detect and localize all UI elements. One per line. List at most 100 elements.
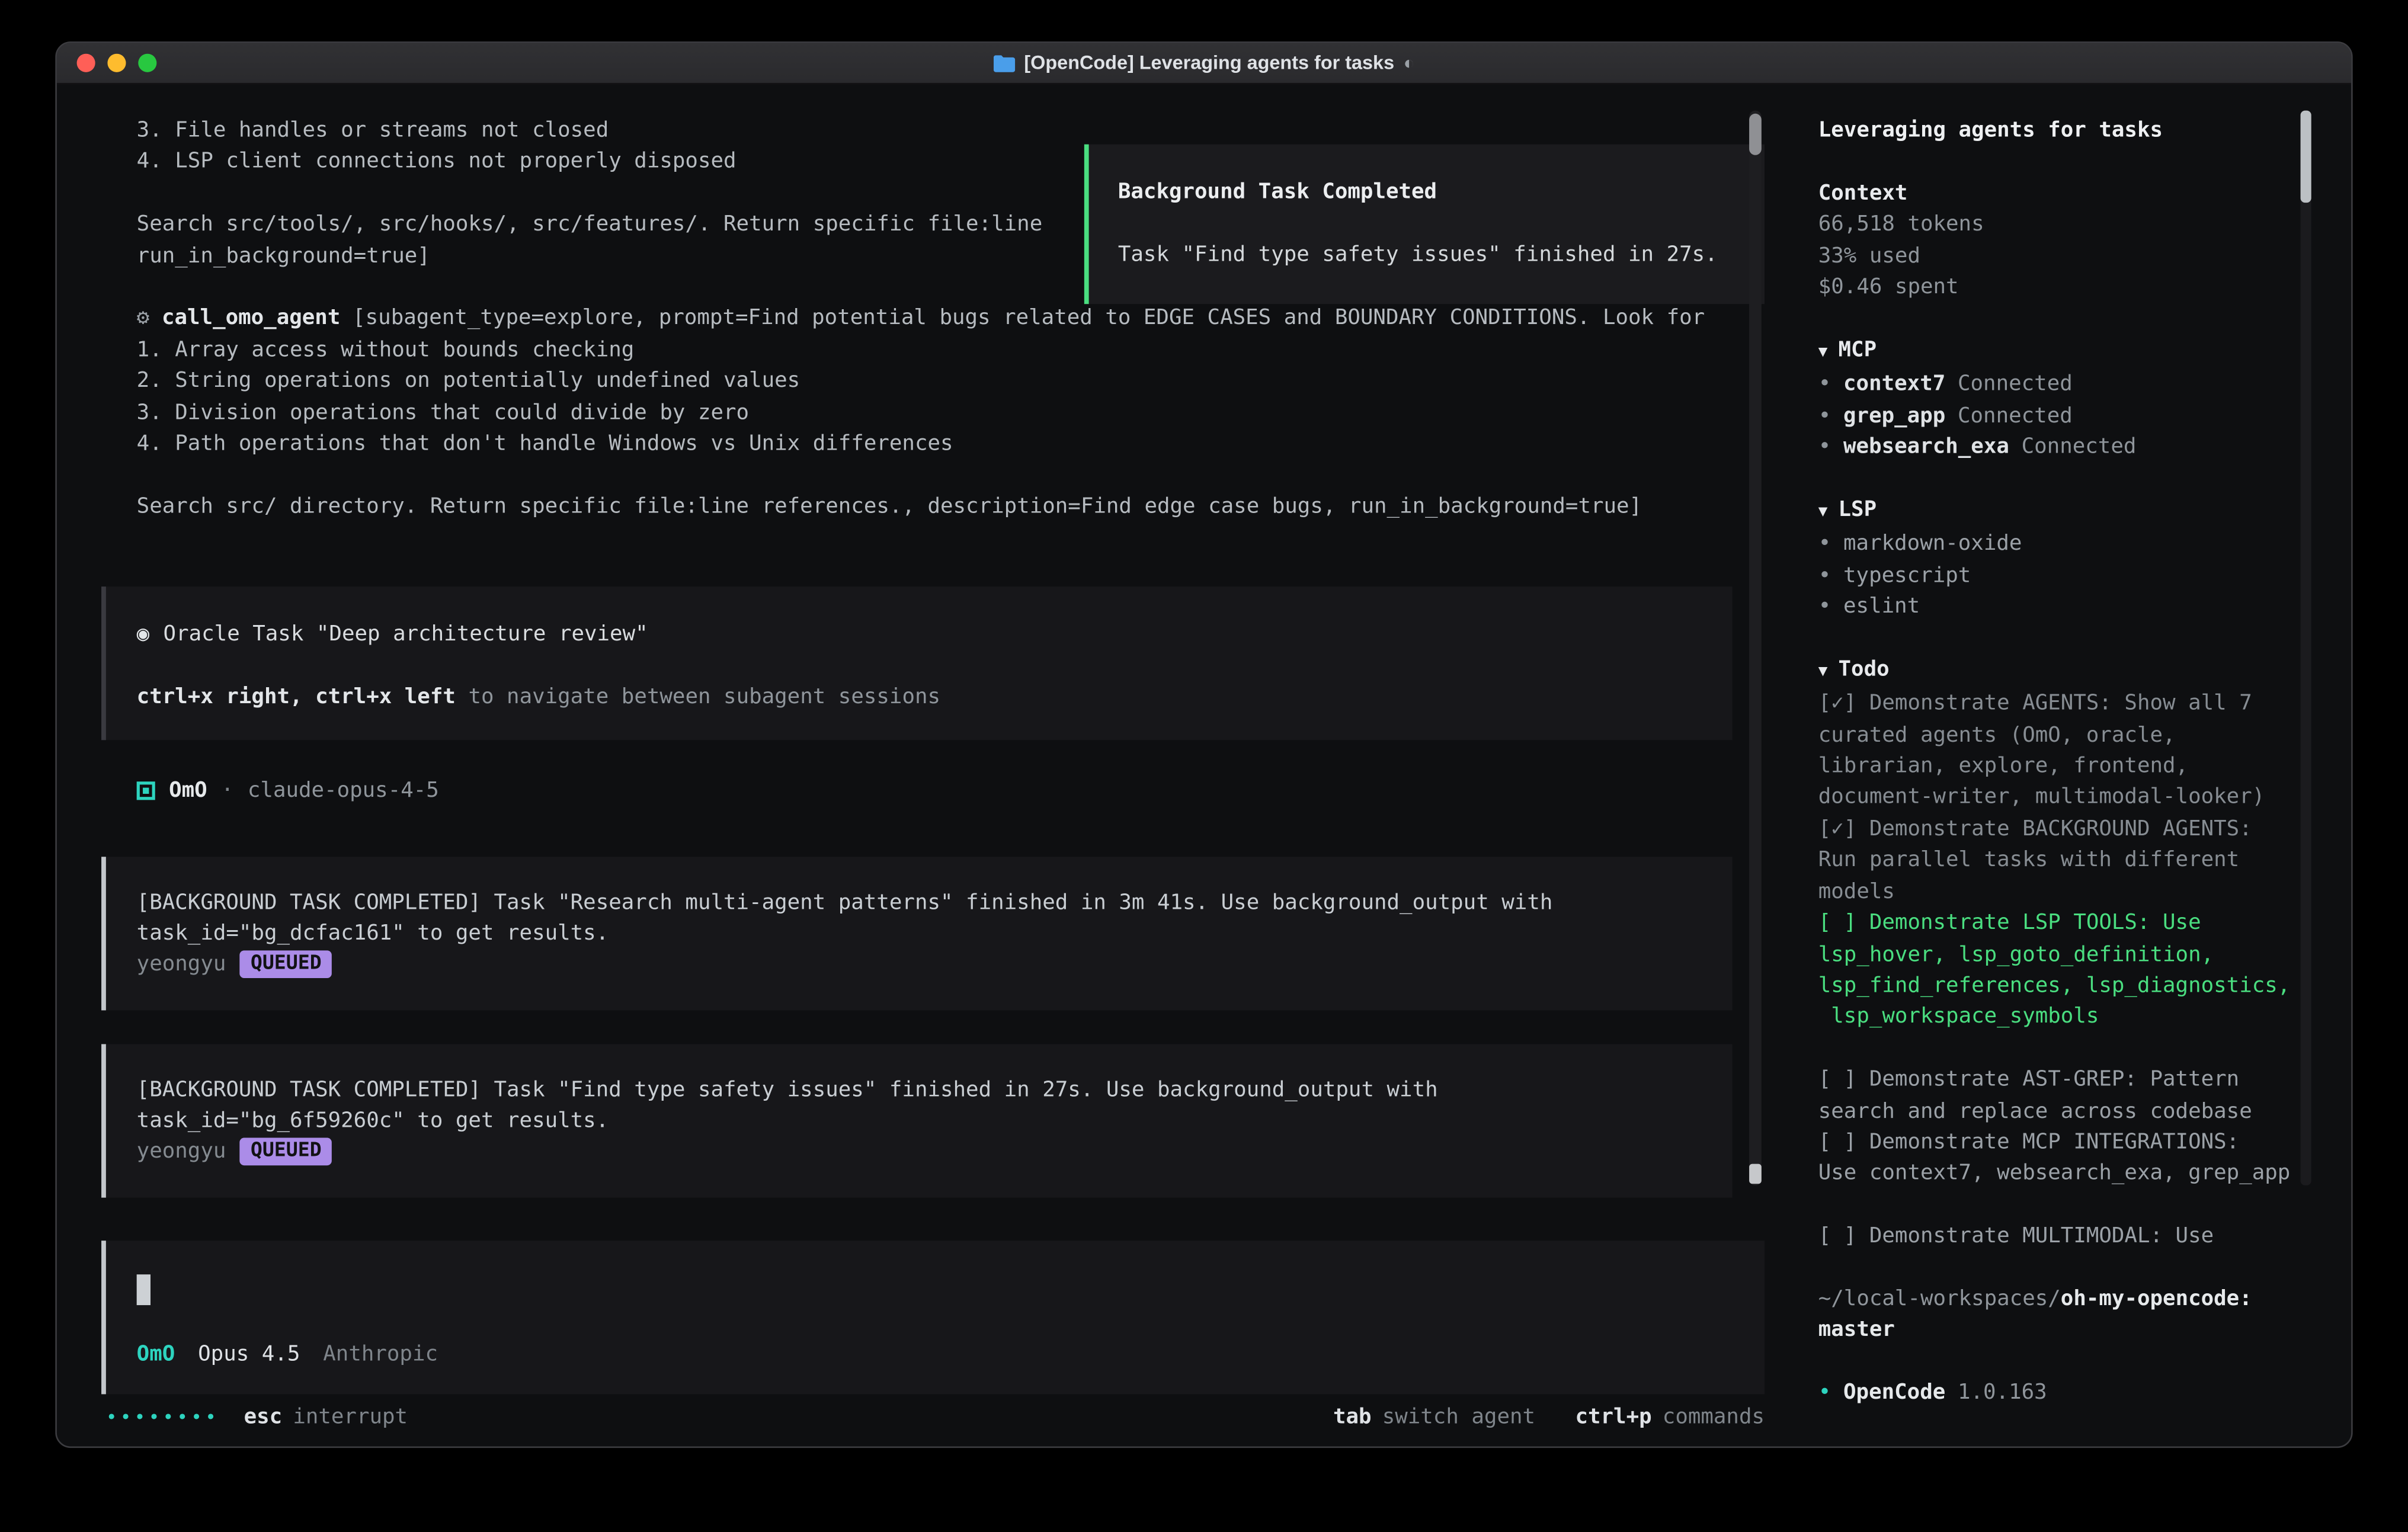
tool-call-list-item: 2. String operations on potentially unde… [57,366,1778,397]
esc-key-hint: esc [244,1402,283,1433]
workspace-branch: master [1818,1315,2296,1346]
window-titlebar[interactable]: [OpenCode] Leveraging agents for tasks ◐ [57,43,2351,85]
mcp-item: • grep_app Connected [1818,400,2296,431]
mcp-item-status: Connected [1958,372,2073,396]
todo-section-header[interactable]: ▼ Todo [1818,654,2296,688]
mcp-item: •websearch_exaConnected [1818,431,2296,463]
queued-message: [BACKGROUND TASK COMPLETED] Task "Find t… [101,1044,1733,1197]
mcp-item-name: context7 [1843,372,1945,396]
mcp-item: •context7Connected [1818,369,2296,400]
tab-key-label: switch agent [1382,1402,1535,1433]
lsp-section-header[interactable]: ▼ LSP [1818,494,2296,528]
queued-badge: QUEUED [240,1139,332,1166]
session-indicator-icon: ◐ [1404,43,1415,83]
agent-name: OmO [169,775,207,807]
bullet-icon: • [1818,594,1831,618]
oracle-task-title-line: ◉Oracle Task "Deep architecture review" [137,619,1733,650]
output-line: 3. File handles or streams not closed [57,115,1778,146]
lsp-item: • markdown-oxide [1818,528,2296,560]
mcp-item-status: Connected [1958,403,2073,428]
zoom-window-button[interactable] [138,54,156,72]
session-title: Leveraging agents for tasks [1818,115,2296,146]
chat-scrollbar[interactable] [1749,111,1762,1185]
hint-text: to navigate between subagent sessions [456,685,940,709]
tool-call-args: [subagent_type=explore, prompt=Find pote… [353,306,1705,331]
message-meta: yeongyu QUEUED [137,1137,1733,1168]
mcp-item-name: websearch_exa [1843,435,2009,459]
agent-model: claude-opus-4-5 [248,775,439,807]
message-line: [BACKGROUND TASK COMPLETED] Task "Find t… [137,1074,1733,1105]
background-task-notification: Background Task Completed Task "Find typ… [1084,145,1765,305]
message-author: yeongyu [137,953,226,977]
traffic-lights [77,43,157,83]
model-info-line: OmO Opus 4.5 Anthropic [137,1339,1765,1370]
tool-call-name: call_omo_agent [162,306,340,331]
message-line: task_id="bg_6f59260c" to get results. [137,1105,1733,1137]
app-name: OpenCode [1843,1380,1945,1405]
todo-heading-label: Todo [1839,657,1890,681]
workspace-path: ~/local-workspaces/oh-my-opencode: [1818,1284,2296,1315]
version-line: •OpenCode1.0.163 [1818,1377,2296,1409]
mcp-item-status: Connected [2022,435,2137,459]
window-title-text: [OpenCode] Leveraging agents for tasks [1024,43,1394,83]
message-meta: yeongyu QUEUED [137,950,1733,981]
bullet-icon: • [1818,563,1831,587]
input-agent-name: OmO [137,1339,175,1370]
todo-item: [ ] Demonstrate MCP INTEGRATIONS: Use co… [1818,1127,2296,1190]
bullet-icon: • [1818,403,1831,428]
context-heading: Context [1818,178,2296,209]
hint-keys: ctrl+x right, ctrl+x left [137,685,456,709]
mcp-item-name: grep_app [1843,403,1945,428]
mcp-heading-label: MCP [1839,338,1877,362]
folder-icon [994,55,1015,72]
opencode-window: [OpenCode] Leveraging agents for tasks ◐… [55,41,2352,1448]
sidebar-scrollbar-thumb[interactable] [2301,111,2311,203]
lsp-item-name: eslint [1843,594,1920,618]
chevron-down-icon: ▼ [1818,663,1828,680]
message-author: yeongyu [137,1140,226,1164]
todo-item: [✓] Demonstrate AGENTS: Show all 7 curat… [1818,688,2296,814]
commands-key-hint: ctrl+p [1575,1402,1651,1433]
tool-call-list-item: 1. Array access without bounds checking [57,335,1778,366]
window-title: [OpenCode] Leveraging agents for tasks ◐ [994,43,1415,83]
commands-key-label: commands [1663,1402,1765,1433]
lsp-item-name: markdown-oxide [1843,531,2022,556]
status-bar: •••••••• esc interrupt tab switch agent … [57,1402,1778,1432]
chat-scrollbar-thumb[interactable] [1749,114,1762,155]
tab-key-hint: tab [1333,1402,1372,1433]
context-tokens: 66,518 tokens [1818,209,2296,241]
omo-agent-icon [137,782,155,800]
chat-scrollbar-bottom-marker[interactable] [1749,1164,1762,1184]
todo-item: [ ] Demonstrate MULTIMODAL: Use [1818,1221,2296,1252]
gear-icon: ⚙ [137,306,150,331]
todo-item: [ ] Demonstrate AST-GREP: Pattern search… [1818,1064,2296,1127]
prompt-input[interactable]: OmO Opus 4.5 Anthropic [101,1241,1765,1394]
agent-header: OmO · claude-opus-4-5 [57,775,1778,807]
chat-main-area: 3. File handles or streams not closed 4.… [57,85,1778,1447]
close-window-button[interactable] [77,54,95,72]
app-version: 1.0.163 [1958,1380,2047,1405]
chevron-down-icon: ▼ [1818,344,1828,361]
todo-item: [✓] Demonstrate BACKGROUND AGENTS: Run p… [1818,813,2296,908]
tool-call-line: ⚙ call_omo_agent [subagent_type=explore, p… [57,303,1778,335]
workspace-repo: oh-my-opencode: [2061,1287,2252,1311]
input-model-name: Opus 4.5 [198,1339,300,1370]
chevron-down-icon: ▼ [1818,504,1828,521]
oracle-task-icon: ◉ [137,622,150,646]
workspace-path-prefix: ~/local-workspaces/ [1818,1287,2061,1311]
bullet-icon: • [1818,531,1831,556]
minimize-window-button[interactable] [107,54,126,72]
lsp-item: • typescript [1818,560,2296,591]
lsp-heading-label: LSP [1839,497,1877,521]
esc-key-label: interrupt [293,1402,408,1433]
notification-body: Task "Find type safety issues" finished … [1118,239,1765,271]
todo-item: [ ] Demonstrate LSP TOOLS: Use lsp_hover… [1818,908,2296,1033]
input-model-provider: Anthropic [323,1339,438,1370]
working-spinner-icon: •••••••• [106,1402,219,1433]
sidebar-scrollbar[interactable] [2301,111,2311,1185]
lsp-item-name: typescript [1843,563,1971,587]
queued-badge: QUEUED [240,951,332,979]
mcp-section-header[interactable]: ▼ MCP [1818,335,2296,369]
agent-separator: · [221,775,234,807]
queued-message: [BACKGROUND TASK COMPLETED] Task "Resear… [101,856,1733,1009]
